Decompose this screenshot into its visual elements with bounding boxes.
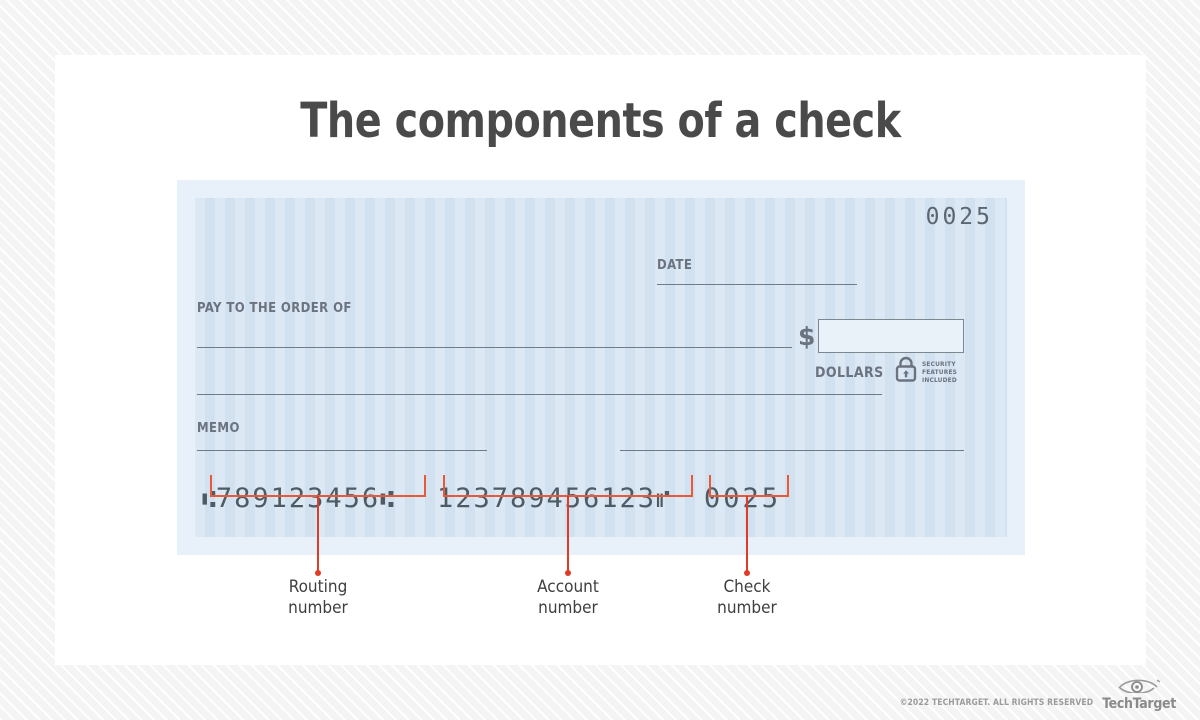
eye-icon bbox=[1116, 676, 1162, 698]
signature-line bbox=[620, 450, 964, 451]
account-leader-dot bbox=[565, 570, 571, 576]
callout-label-routing: Routing number bbox=[288, 577, 348, 618]
content-card: The components of a check 0025 DATE PAY … bbox=[55, 55, 1146, 665]
check-number-leader-line bbox=[746, 496, 748, 573]
footer: ©2022 TECHTARGET. ALL RIGHTS RESERVED Te… bbox=[900, 676, 1176, 712]
routing-leader-line bbox=[317, 496, 319, 573]
currency-symbol: $ bbox=[798, 322, 816, 351]
date-line bbox=[657, 284, 857, 285]
routing-bracket bbox=[210, 475, 426, 497]
check-number-leader-dot bbox=[744, 570, 750, 576]
security-badge-text: SECURITY FEATURES INCLUDED bbox=[922, 360, 957, 384]
check-number-bracket bbox=[709, 475, 789, 497]
account-bracket bbox=[443, 475, 693, 497]
page-title: The components of a check bbox=[300, 93, 901, 149]
callout-label-account: Account number bbox=[537, 577, 599, 618]
routing-leader-dot bbox=[315, 570, 321, 576]
techtarget-logo: TechTarget bbox=[1102, 676, 1176, 712]
callout-label-check-number: Check number bbox=[717, 577, 777, 618]
lock-icon bbox=[895, 356, 917, 387]
memo-line bbox=[197, 450, 487, 451]
pay-to-order-of-label: PAY TO THE ORDER OF bbox=[197, 301, 352, 316]
security-line-1: SECURITY bbox=[922, 359, 956, 368]
security-line-3: INCLUDED bbox=[922, 375, 957, 384]
copyright-text: ©2022 TECHTARGET. ALL RIGHTS RESERVED bbox=[899, 698, 1094, 708]
security-line-2: FEATURES bbox=[922, 367, 958, 376]
check-illustration: 0025 DATE PAY TO THE ORDER OF $ DOLLARS bbox=[177, 180, 1025, 555]
dollars-label: DOLLARS bbox=[815, 365, 884, 381]
check-number-top-right: 0025 bbox=[925, 204, 993, 230]
security-features-badge: SECURITY FEATURES INCLUDED bbox=[895, 356, 957, 387]
payee-line bbox=[197, 347, 792, 348]
date-label: DATE bbox=[657, 258, 693, 273]
account-leader-line bbox=[567, 496, 569, 573]
memo-label: MEMO bbox=[197, 421, 240, 436]
techtarget-wordmark: TechTarget bbox=[1102, 696, 1176, 712]
amount-words-line bbox=[197, 394, 882, 395]
amount-box[interactable] bbox=[818, 319, 964, 353]
